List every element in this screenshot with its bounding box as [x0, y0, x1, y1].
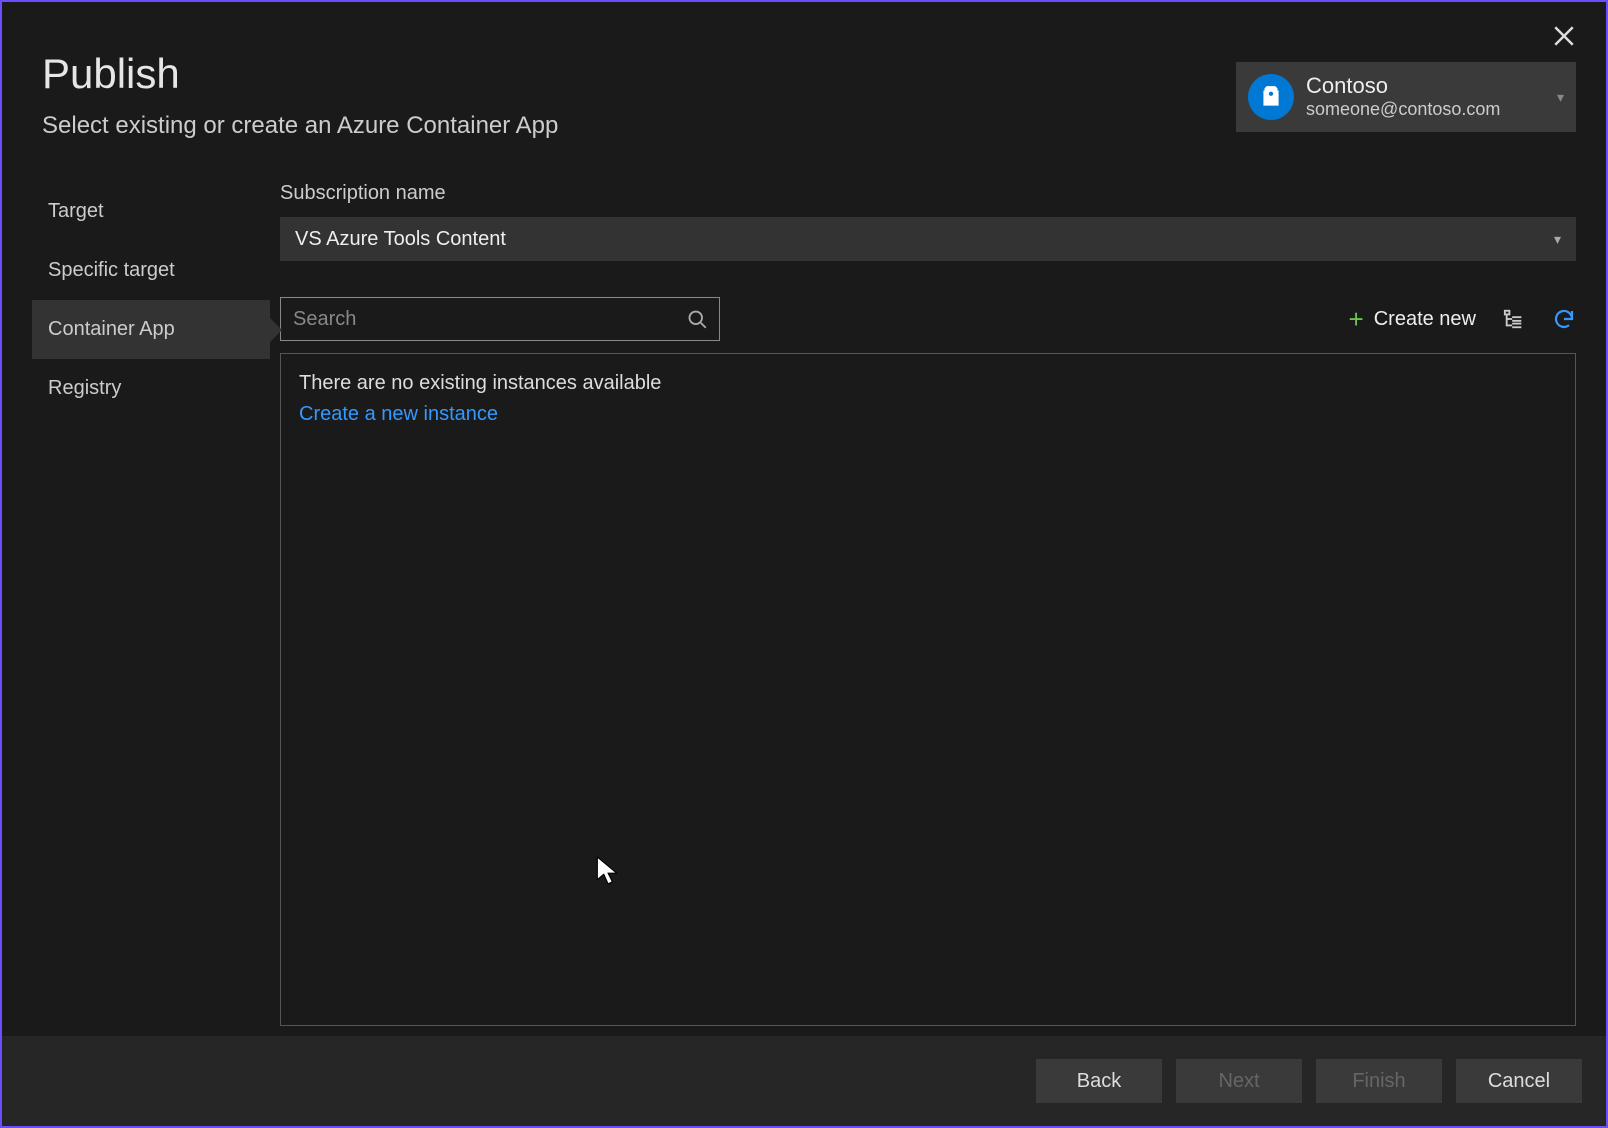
subscription-value: VS Azure Tools Content: [295, 228, 506, 251]
publish-dialog: Publish Select existing or create an Azu…: [0, 0, 1608, 1128]
plus-icon: +: [1349, 304, 1364, 335]
create-new-label: Create new: [1374, 308, 1476, 331]
create-new-button[interactable]: + Create new: [1349, 304, 1476, 335]
sidebar-item-container-app[interactable]: Container App: [32, 300, 270, 359]
sidebar-item-specific-target[interactable]: Specific target: [32, 241, 270, 300]
sidebar-item-label: Registry: [48, 377, 121, 399]
next-button: Next: [1176, 1059, 1302, 1103]
account-icon: [1248, 74, 1294, 120]
account-name: Contoso: [1306, 73, 1545, 99]
cancel-button[interactable]: Cancel: [1456, 1059, 1582, 1103]
dialog-header: Publish Select existing or create an Azu…: [2, 2, 1606, 152]
subscription-dropdown[interactable]: VS Azure Tools Content ▾: [280, 217, 1576, 261]
subscription-label: Subscription name: [280, 182, 1576, 205]
dialog-body: Target Specific target Container App Reg…: [2, 152, 1606, 1036]
search-icon: [687, 309, 707, 329]
account-email: someone@contoso.com: [1306, 99, 1545, 121]
instances-list: There are no existing instances availabl…: [280, 353, 1576, 1026]
sidebar-item-label: Target: [48, 200, 104, 222]
sidebar-item-registry[interactable]: Registry: [32, 359, 270, 418]
toolbar: + Create new: [280, 297, 1576, 341]
create-instance-link[interactable]: Create a new instance: [299, 403, 498, 426]
chevron-down-icon: ▾: [1557, 89, 1564, 106]
sidebar-item-label: Specific target: [48, 259, 175, 281]
sidebar-item-target[interactable]: Target: [32, 182, 270, 241]
dialog-footer: Back Next Finish Cancel: [2, 1036, 1606, 1126]
search-box[interactable]: [280, 297, 720, 341]
finish-button: Finish: [1316, 1059, 1442, 1103]
wizard-sidebar: Target Specific target Container App Reg…: [32, 182, 270, 1026]
back-button[interactable]: Back: [1036, 1059, 1162, 1103]
refresh-icon: [1552, 307, 1576, 331]
main-panel: Subscription name VS Azure Tools Content…: [280, 182, 1576, 1026]
tree-view-button[interactable]: [1502, 307, 1526, 331]
search-input[interactable]: [293, 308, 687, 331]
account-picker[interactable]: Contoso someone@contoso.com ▾: [1236, 62, 1576, 132]
empty-message: There are no existing instances availabl…: [299, 372, 1557, 395]
chevron-down-icon: ▾: [1554, 231, 1561, 248]
sidebar-item-label: Container App: [48, 318, 175, 340]
refresh-button[interactable]: [1552, 307, 1576, 331]
tree-icon: [1503, 308, 1525, 330]
